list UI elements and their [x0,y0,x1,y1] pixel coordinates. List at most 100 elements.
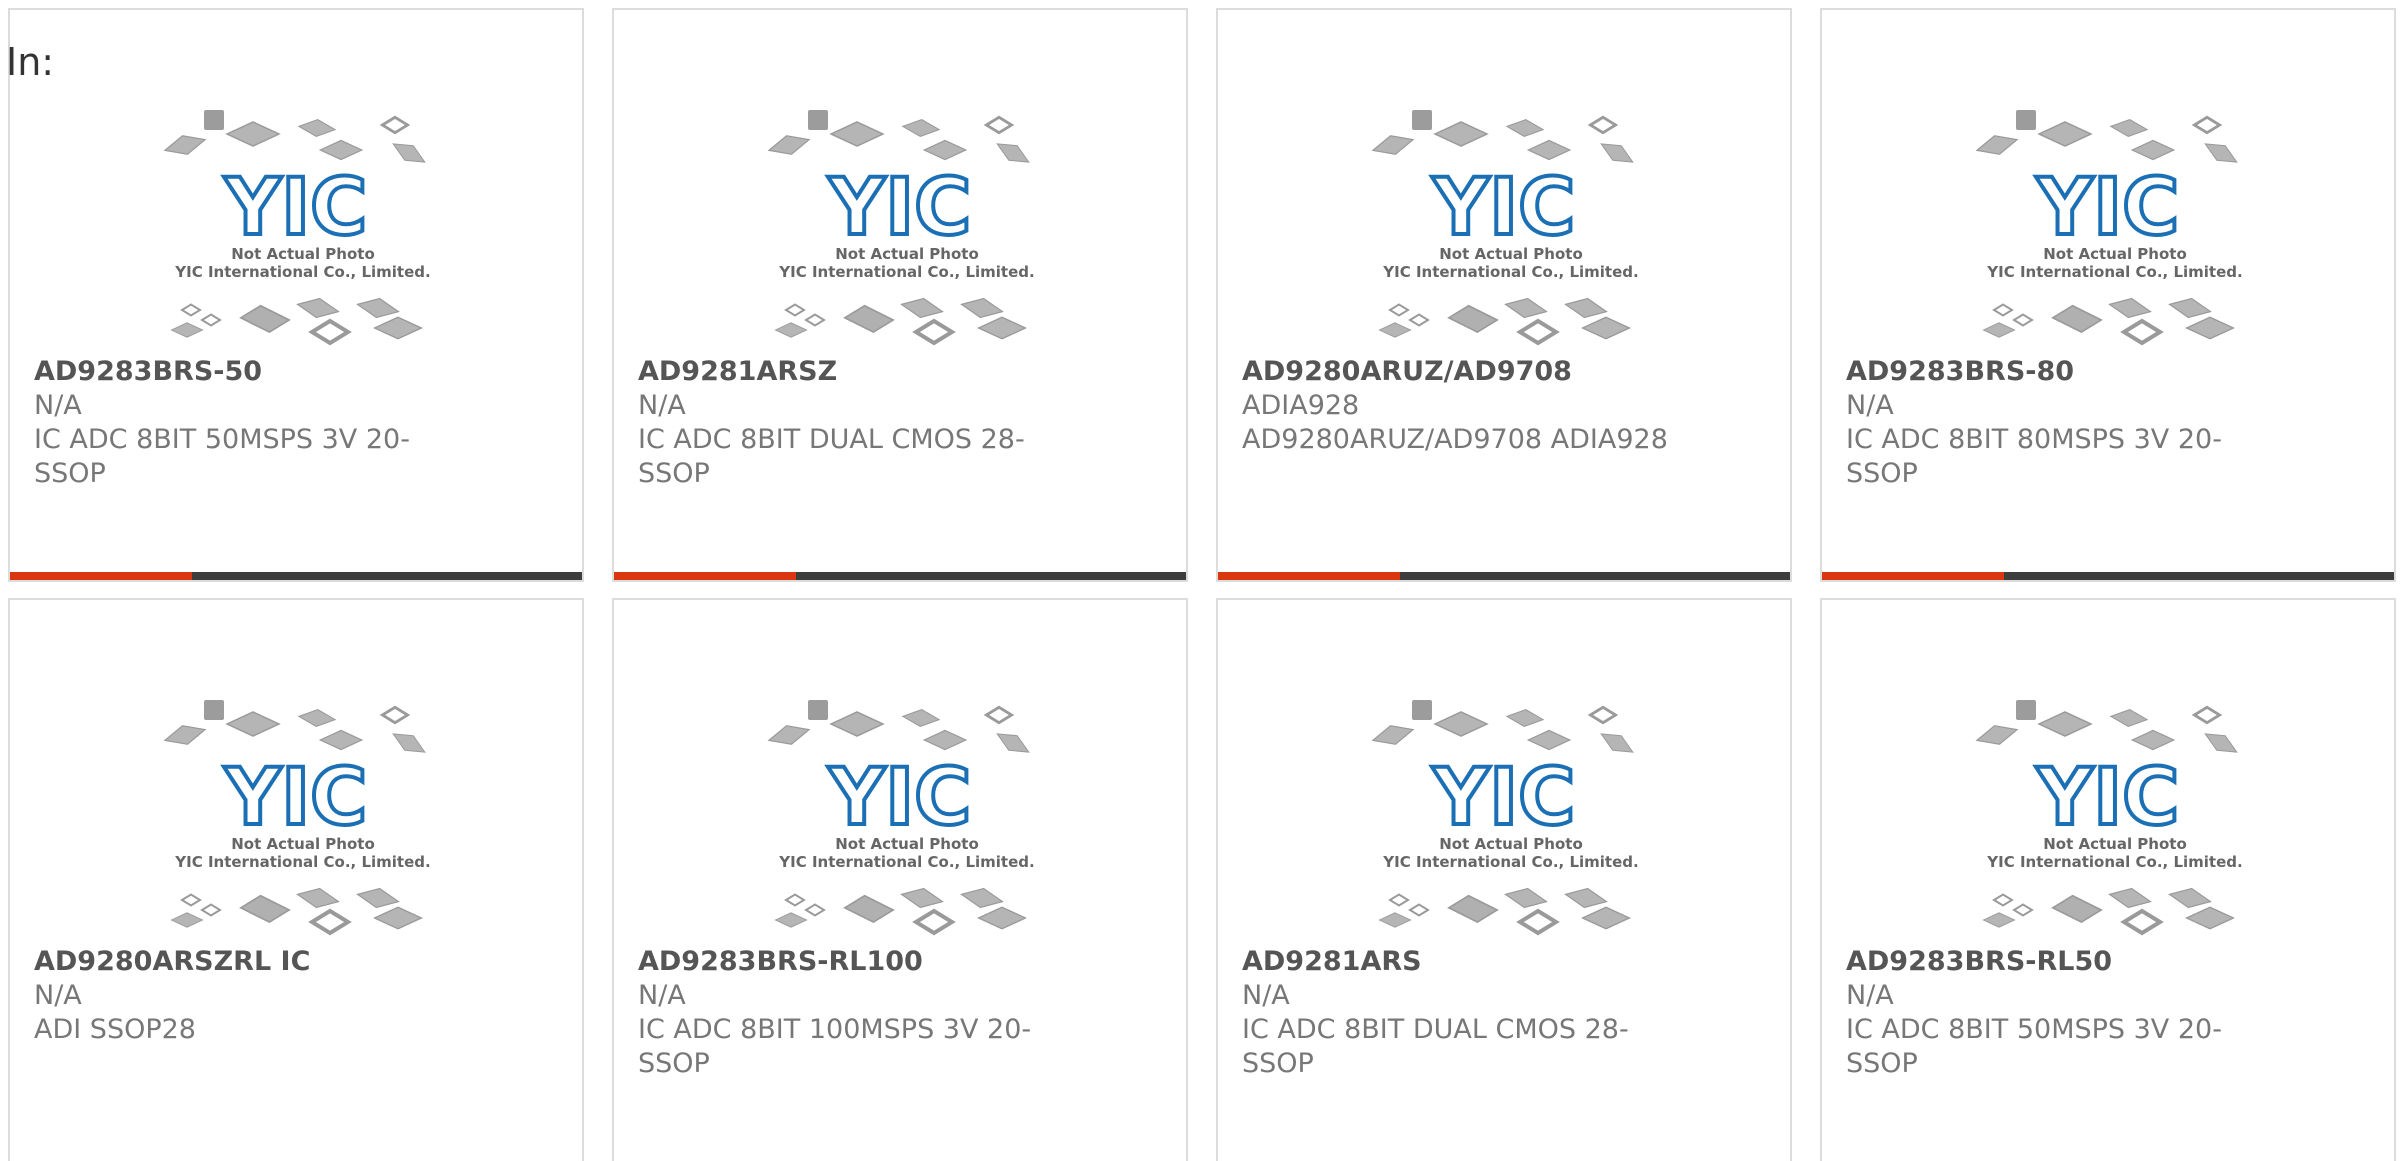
chip-package-shape [843,304,895,334]
chip-package-shape [1982,912,2016,928]
chip-package-shape [901,709,941,727]
chip-package-shape [180,893,202,907]
chip-package-shape [2037,711,2093,737]
product-description-line: SSOP [1242,1048,1314,1079]
chip-package-shape [239,894,291,924]
chip-package-shape [296,297,340,319]
chip-package-shape [1526,729,1572,751]
product-photo-placeholder: YICNot Actual PhotoYIC International Co.… [1371,700,1639,936]
product-card[interactable]: YIC Not Actual Photo YIC International Co.… [1216,598,1792,1161]
placeholder-caption: Not Actual Photo [231,835,375,853]
product-card[interactable]: YIC Not Actual Photo YIC International Co.… [1820,8,2396,582]
product-part-number[interactable]: AD9280ARUZ/AD9708 [1242,355,1672,389]
chip-package-shape [912,908,956,936]
chip-package-shape [204,700,224,720]
placeholder-caption: YIC International Co., Limited. [174,853,430,871]
product-part-number[interactable]: AD9281ARS [1242,945,1672,979]
chip-package-shape [239,304,291,334]
chip-package-shape [900,887,944,909]
product-info: AD9283BRS-80 N/A IC ADC 8BIT 80MSPS 3V 20-… [1846,355,2276,491]
product-description-line: IC ADC 8BIT 100MSPS 3V 20- [638,1014,1032,1045]
product-info: AD9281ARS N/A IC ADC 8BIT DUAL CMOS 28- SSO… [1242,945,1672,1081]
product-manufacturer: N/A [638,390,686,421]
chip-package-shape [356,887,400,909]
chip-package-shape [774,322,808,338]
chip-package-shape [170,322,204,338]
product-part-number[interactable]: AD9280ARSZRL IC [34,945,464,979]
product-part-number[interactable]: AD9283BRS-80 [1846,355,2276,389]
product-info: AD9280ARSZRL IC N/A ADI SSOP28 [34,945,464,1047]
product-card[interactable]: YIC Not Actual Photo YIC International Co.… [1216,8,1792,582]
chip-package-shape [1408,313,1430,327]
product-card[interactable]: YIC Not Actual Photo YIC International Co.… [8,8,584,582]
chip-package-shape [1412,110,1432,130]
chip-package-shape [976,316,1028,340]
chip-package-shape [1447,894,1499,924]
chip-package-shape [2109,709,2149,727]
chip-package-shape [922,139,968,161]
yic-logo: YIC [2036,753,2180,843]
yic-logo: YIC [1432,753,1576,843]
chip-package-shape [1975,725,2019,745]
product-part-number[interactable]: AD9283BRS-RL100 [638,945,1068,979]
product-info: AD9283BRS-50 N/A IC ADC 8BIT 50MSPS 3V 20-… [34,355,464,491]
chip-package-shape [318,139,364,161]
chip-package-shape [843,894,895,924]
product-card[interactable]: YIC Not Actual Photo YIC International Co.… [612,598,1188,1161]
chip-package-shape [180,303,202,317]
chip-package-shape [767,725,811,745]
placeholder-caption: YIC International Co., Limited. [778,263,1034,281]
product-description-line: ADI SSOP28 [34,1014,196,1045]
chip-package-shape [1526,139,1572,161]
chip-package-shape [2204,733,2238,753]
chip-package-shape [2168,297,2212,319]
yic-logo: YIC [1432,163,1576,253]
chip-package-shape [1408,903,1430,917]
chip-package-shape [804,903,826,917]
chip-package-shape [1371,135,1415,155]
product-photo-placeholder: YICNot Actual PhotoYIC International Co.… [163,700,431,936]
product-part-number[interactable]: AD9281ARSZ [638,355,1068,389]
product-manufacturer: N/A [1846,980,1894,1011]
chip-package-shape [1504,887,1548,909]
product-description-line: AD9280ARUZ/AD9708 ADIA928 [1242,424,1668,455]
product-part-number[interactable]: AD9283BRS-50 [34,355,464,389]
product-card[interactable]: YIC Not Actual Photo YIC International Co.… [1820,598,2396,1161]
product-card[interactable]: YIC Not Actual Photo YIC International Co.… [8,598,584,1161]
chip-package-shape [912,318,956,346]
chip-package-shape [2204,143,2238,163]
chip-package-shape [204,110,224,130]
chip-package-shape [2184,906,2236,930]
product-card[interactable]: YIC Not Actual Photo YIC International Co.… [612,8,1188,582]
chip-package-shape [225,121,281,147]
chip-package-shape [308,318,352,346]
placeholder-caption: YIC International Co., Limited. [1382,263,1638,281]
chip-package-shape [960,887,1004,909]
chip-package-shape [1505,119,1545,137]
placeholder-caption: YIC International Co., Limited. [1986,263,2242,281]
chip-package-shape [1600,143,1634,163]
chip-package-shape [372,316,424,340]
chip-package-shape [983,115,1015,135]
chip-package-shape [296,887,340,909]
chip-package-shape [808,110,828,130]
product-description-line: IC ADC 8BIT 50MSPS 3V 20-SSOP [1846,1014,2222,1079]
chip-package-shape [1447,304,1499,334]
chip-package-shape [1516,318,1560,346]
product-part-number[interactable]: AD9283BRS-RL50 [1846,945,2276,979]
card-accent-bar-base [1400,572,1790,580]
product-photo-placeholder: YICNot Actual PhotoYIC International Co.… [1975,700,2243,936]
chip-package-shape [804,313,826,327]
chip-package-shape [829,711,885,737]
yic-logo: YIC [828,753,972,843]
chip-package-shape [1378,912,1412,928]
placeholder-caption: Not Actual Photo [2043,835,2187,853]
chip-package-shape [784,303,806,317]
chip-package-shape [1388,303,1410,317]
chip-package-shape [2051,894,2103,924]
product-description-line: IC ADC 8BIT DUAL CMOS 28- [1242,1014,1629,1045]
chip-package-shape [225,711,281,737]
placeholder-caption: YIC International Co., Limited. [778,853,1034,871]
chip-package-shape [2012,313,2034,327]
product-manufacturer: N/A [1242,980,1290,1011]
